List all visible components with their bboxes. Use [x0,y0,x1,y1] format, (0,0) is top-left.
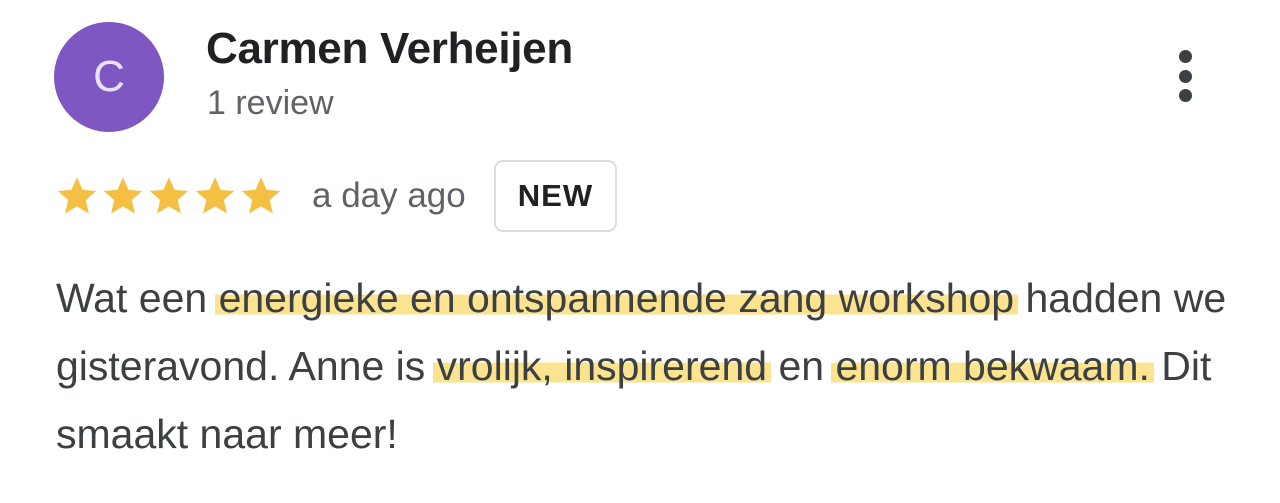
more-options-button[interactable] [1160,44,1210,108]
review-count: 1 review [207,84,334,122]
new-badge: NEW [493,160,618,232]
star-icon [100,173,146,219]
review-card: C Carmen Verheijen 1 review a day ago NE… [0,0,1280,503]
review-highlight: enorm bekwaam. [831,343,1154,389]
review-highlight: vrolijk, inspirerend [432,343,772,389]
more-vertical-icon [1178,69,1192,83]
review-highlight: energieke en ontspannende zang workshop [214,275,1019,321]
avatar-letter: C [93,52,125,101]
star-icon [238,173,284,219]
more-vertical-icon [1178,89,1192,102]
star-icon [54,173,100,219]
star-icon [192,173,238,219]
more-vertical-icon [1178,50,1192,63]
star-rating [54,173,284,219]
review-text-segment: en [767,343,836,389]
avatar[interactable]: C [54,22,164,132]
review-text: Wat een energieke en ontspannende zang w… [56,264,1246,468]
review-date: a day ago [312,176,466,215]
review-text-segment: Wat een [56,275,219,321]
rating-row: a day ago NEW [54,160,618,232]
star-icon [146,173,192,219]
reviewer-name[interactable]: Carmen Verheijen [206,24,573,74]
